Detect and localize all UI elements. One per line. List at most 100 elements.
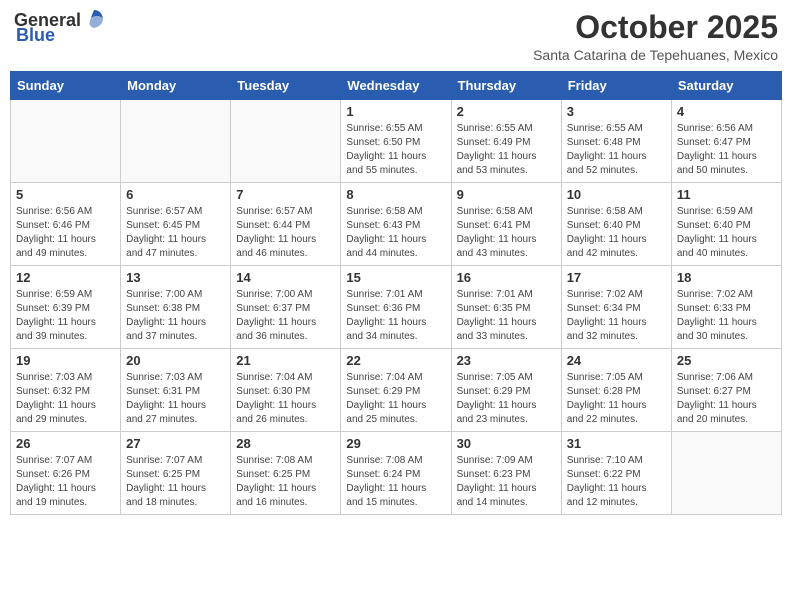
sunrise-text: Sunrise: 6:55 AM <box>457 122 556 136</box>
daylight-text: Daylight: 11 hours and 52 minutes. <box>567 150 666 178</box>
sunset-text: Sunset: 6:22 PM <box>567 468 666 482</box>
calendar-week-row: 1Sunrise: 6:55 AMSunset: 6:50 PMDaylight… <box>11 100 782 183</box>
logo-blue: Blue <box>16 25 55 46</box>
daylight-text: Daylight: 11 hours and 49 minutes. <box>16 233 115 261</box>
table-row: 11Sunrise: 6:59 AMSunset: 6:40 PMDayligh… <box>671 183 781 266</box>
header-wednesday: Wednesday <box>341 72 451 100</box>
month-title: October 2025 <box>533 10 778 45</box>
sunset-text: Sunset: 6:26 PM <box>16 468 115 482</box>
table-row: 20Sunrise: 7:03 AMSunset: 6:31 PMDayligh… <box>121 349 231 432</box>
day-info: Sunrise: 6:56 AMSunset: 6:47 PMDaylight:… <box>677 122 776 178</box>
day-number: 16 <box>457 270 556 285</box>
daylight-text: Daylight: 11 hours and 19 minutes. <box>16 482 115 510</box>
title-area: October 2025 Santa Catarina de Tepehuane… <box>533 10 778 63</box>
daylight-text: Daylight: 11 hours and 53 minutes. <box>457 150 556 178</box>
table-row: 15 Sunrise: 7:01 AMSunset: 6:36 PMDayligh… <box>341 266 451 349</box>
sunrise-text: Sunrise: 6:59 AM <box>16 288 115 302</box>
sunset-text: Sunset: 6:32 PM <box>16 385 115 399</box>
sunrise-text: Sunrise: 7:04 AM <box>236 371 335 385</box>
day-number: 5 <box>16 187 115 202</box>
sunrise-text: Sunrise: 7:01 AM <box>457 288 556 302</box>
day-info: Sunrise: 7:08 AMSunset: 6:24 PMDaylight:… <box>346 454 445 510</box>
page-header: General Blue October 2025 Santa Catarina… <box>10 10 782 63</box>
sunrise-text: Sunrise: 7:07 AM <box>16 454 115 468</box>
day-info: Sunrise: 6:58 AMSunset: 6:41 PMDaylight:… <box>457 205 556 261</box>
day-info: Sunrise: 7:05 AMSunset: 6:28 PMDaylight:… <box>567 371 666 427</box>
sunrise-text: Sunrise: 7:03 AM <box>16 371 115 385</box>
day-number: 12 <box>16 270 115 285</box>
sunrise-text: Sunrise: 7:00 AM <box>126 288 225 302</box>
table-row: 10Sunrise: 6:58 AMSunset: 6:40 PMDayligh… <box>561 183 671 266</box>
table-row: 29 Sunrise: 7:08 AMSunset: 6:24 PMDayligh… <box>341 432 451 515</box>
header-monday: Monday <box>121 72 231 100</box>
sunset-text: Sunset: 6:43 PM <box>346 219 445 233</box>
day-number: 1 <box>346 104 445 119</box>
table-row <box>121 100 231 183</box>
sunset-text: Sunset: 6:23 PM <box>457 468 556 482</box>
table-row <box>11 100 121 183</box>
logo: General Blue <box>14 10 105 46</box>
sunset-text: Sunset: 6:44 PM <box>236 219 335 233</box>
table-row: 3 Sunrise: 6:55 AMSunset: 6:48 PMDaylight… <box>561 100 671 183</box>
header-tuesday: Tuesday <box>231 72 341 100</box>
sunrise-text: Sunrise: 7:09 AM <box>457 454 556 468</box>
sunset-text: Sunset: 6:48 PM <box>567 136 666 150</box>
daylight-text: Daylight: 11 hours and 37 minutes. <box>126 316 225 344</box>
daylight-text: Daylight: 11 hours and 23 minutes. <box>457 399 556 427</box>
day-number: 22 <box>346 353 445 368</box>
daylight-text: Daylight: 11 hours and 27 minutes. <box>126 399 225 427</box>
day-info: Sunrise: 6:58 AMSunset: 6:40 PMDaylight:… <box>567 205 666 261</box>
day-number: 7 <box>236 187 335 202</box>
table-row: 1Sunrise: 6:55 AMSunset: 6:50 PMDaylight… <box>341 100 451 183</box>
daylight-text: Daylight: 11 hours and 29 minutes. <box>16 399 115 427</box>
sunset-text: Sunset: 6:45 PM <box>126 219 225 233</box>
sunset-text: Sunset: 6:47 PM <box>677 136 776 150</box>
day-number: 29 <box>346 436 445 451</box>
header-sunday: Sunday <box>11 72 121 100</box>
daylight-text: Daylight: 11 hours and 46 minutes. <box>236 233 335 261</box>
sunrise-text: Sunrise: 7:08 AM <box>236 454 335 468</box>
sunrise-text: Sunrise: 7:10 AM <box>567 454 666 468</box>
daylight-text: Daylight: 11 hours and 16 minutes. <box>236 482 335 510</box>
daylight-text: Daylight: 11 hours and 15 minutes. <box>346 482 445 510</box>
sunrise-text: Sunrise: 6:56 AM <box>677 122 776 136</box>
table-row: 4Sunrise: 6:56 AMSunset: 6:47 PMDaylight… <box>671 100 781 183</box>
day-number: 3 <box>567 104 666 119</box>
table-row: 7Sunrise: 6:57 AMSunset: 6:44 PMDaylight… <box>231 183 341 266</box>
day-info: Sunrise: 7:07 AMSunset: 6:26 PMDaylight:… <box>16 454 115 510</box>
sunset-text: Sunset: 6:29 PM <box>346 385 445 399</box>
sunrise-text: Sunrise: 7:00 AM <box>236 288 335 302</box>
day-info: Sunrise: 7:04 AMSunset: 6:29 PMDaylight:… <box>346 371 445 427</box>
table-row: 18Sunrise: 7:02 AMSunset: 6:33 PMDayligh… <box>671 266 781 349</box>
sunrise-text: Sunrise: 7:05 AM <box>457 371 556 385</box>
sunset-text: Sunset: 6:39 PM <box>16 302 115 316</box>
sunset-text: Sunset: 6:30 PM <box>236 385 335 399</box>
table-row: 9 Sunrise: 6:58 AMSunset: 6:41 PMDaylight… <box>451 183 561 266</box>
day-number: 28 <box>236 436 335 451</box>
table-row <box>671 432 781 515</box>
day-number: 9 <box>457 187 556 202</box>
day-number: 14 <box>236 270 335 285</box>
sunrise-text: Sunrise: 6:58 AM <box>567 205 666 219</box>
sunrise-text: Sunrise: 6:57 AM <box>126 205 225 219</box>
sunrise-text: Sunrise: 6:55 AM <box>567 122 666 136</box>
header-thursday: Thursday <box>451 72 561 100</box>
day-info: Sunrise: 6:55 AMSunset: 6:48 PMDaylight:… <box>567 122 666 178</box>
sunrise-text: Sunrise: 6:55 AM <box>346 122 445 136</box>
day-info: Sunrise: 7:01 AMSunset: 6:36 PMDaylight:… <box>346 288 445 344</box>
daylight-text: Daylight: 11 hours and 34 minutes. <box>346 316 445 344</box>
day-number: 15 <box>346 270 445 285</box>
table-row: 22 Sunrise: 7:04 AMSunset: 6:29 PMDayligh… <box>341 349 451 432</box>
table-row: 26Sunrise: 7:07 AMSunset: 6:26 PMDayligh… <box>11 432 121 515</box>
day-number: 27 <box>126 436 225 451</box>
sunset-text: Sunset: 6:40 PM <box>567 219 666 233</box>
table-row: 25Sunrise: 7:06 AMSunset: 6:27 PMDayligh… <box>671 349 781 432</box>
sunset-text: Sunset: 6:41 PM <box>457 219 556 233</box>
sunrise-text: Sunrise: 7:02 AM <box>567 288 666 302</box>
calendar-week-row: 26Sunrise: 7:07 AMSunset: 6:26 PMDayligh… <box>11 432 782 515</box>
day-number: 6 <box>126 187 225 202</box>
sunset-text: Sunset: 6:25 PM <box>236 468 335 482</box>
sunset-text: Sunset: 6:27 PM <box>677 385 776 399</box>
daylight-text: Daylight: 11 hours and 36 minutes. <box>236 316 335 344</box>
day-number: 11 <box>677 187 776 202</box>
